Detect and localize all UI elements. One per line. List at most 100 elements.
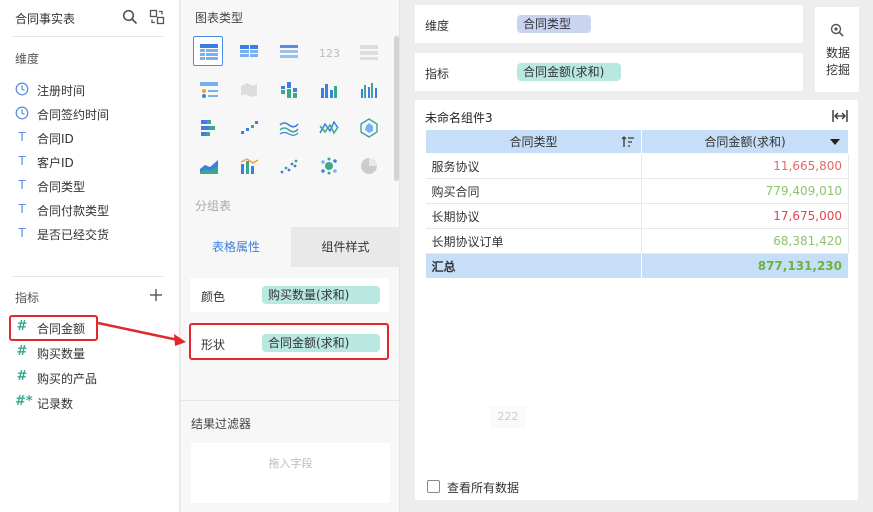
measure-shelf[interactable]: 指标 合同金额(求和) xyxy=(415,53,803,91)
chart-type-bar[interactable] xyxy=(313,74,343,104)
dimension-field-label: 是否已经交货 xyxy=(37,228,110,242)
table-row[interactable]: 服务协议 11,665,800 xyxy=(425,153,849,179)
property-panel: 图表类型 123 分组表 表格属性 组件样式 颜色 购买数量(求和) 形状 合同… xyxy=(181,0,400,512)
text-type-icon: T xyxy=(18,226,26,240)
chart-grid-scrollbar[interactable] xyxy=(394,36,399,181)
dimension-shelf[interactable]: 维度 合同类型 xyxy=(415,5,803,43)
chart-type-title: 图表类型 xyxy=(195,11,244,25)
dimension-field-item[interactable]: T 合同ID xyxy=(12,126,172,148)
text-type-icon: T xyxy=(18,178,26,192)
tab-component-style[interactable]: 组件样式 xyxy=(291,227,400,267)
dimension-field-item[interactable]: T 客户ID xyxy=(12,150,172,172)
chart-type-horizontal-stacked[interactable] xyxy=(193,112,223,142)
number-type-icon: # xyxy=(16,369,28,384)
color-field-pill[interactable]: 购买数量(求和) xyxy=(262,286,380,304)
chart-type-scatter[interactable] xyxy=(273,150,303,180)
column-header-contract-type[interactable]: 合同类型 xyxy=(425,129,642,154)
view-all-checkbox[interactable] xyxy=(427,480,440,493)
stacked-bar-icon xyxy=(281,82,297,98)
divider xyxy=(12,36,164,37)
dimension-field-label: 合同ID xyxy=(37,132,74,146)
scatter-icon xyxy=(280,159,298,174)
field-panel: 合同事实表 维度 注册时间 合同签约时间 T 合同ID T 客户ID T 合同类型 T 合同付款类… xyxy=(0,0,180,512)
chart-type-cross-table[interactable] xyxy=(233,36,263,66)
drop-hint: 拖入字段 xyxy=(268,457,313,470)
drag-ghost-value: 222 xyxy=(490,406,526,428)
text-type-icon: T xyxy=(18,202,26,216)
contract-type-cell: 长期协议 xyxy=(425,203,642,229)
dimension-field-label: 合同付款类型 xyxy=(37,204,110,218)
contract-amount-cell: 11,665,800 xyxy=(641,153,849,179)
radar-icon xyxy=(360,118,378,138)
color-property-row[interactable]: 颜色 购买数量(求和) xyxy=(190,278,389,312)
polyline-icon xyxy=(319,120,339,135)
chart-type-kpi[interactable]: 123 xyxy=(313,36,343,66)
chart-type-pie[interactable] xyxy=(353,150,383,180)
chart-type-map[interactable] xyxy=(233,74,263,104)
dropdown-caret-icon[interactable] xyxy=(828,135,842,149)
chart-type-polyline[interactable] xyxy=(313,112,343,142)
chart-type-area[interactable] xyxy=(193,150,223,180)
color-label: 颜色 xyxy=(201,290,226,304)
contract-type-cell: 服务协议 xyxy=(425,153,642,179)
chart-type-name: 分组表 xyxy=(195,199,232,213)
bar-chart-icon xyxy=(321,84,337,98)
dimension-field-pill[interactable]: 合同类型 xyxy=(517,15,591,33)
svg-text:123: 123 xyxy=(319,47,339,60)
chart-type-dashboard[interactable] xyxy=(193,74,223,104)
measure-field-item[interactable]: # 购买的产品 xyxy=(12,366,172,388)
total-row: 汇总 877,131,230 xyxy=(425,253,849,279)
clock-icon xyxy=(15,82,29,96)
measure-field-item[interactable]: # 购买数量 xyxy=(12,341,172,363)
text-type-icon: T xyxy=(18,130,26,144)
chart-type-group-table[interactable] xyxy=(193,36,223,66)
fit-width-icon[interactable] xyxy=(832,109,848,123)
chart-type-detail-table[interactable] xyxy=(273,36,303,66)
field-panel-header: 合同事实表 xyxy=(0,0,180,36)
filter-drop-zone[interactable]: 拖入字段 xyxy=(191,443,390,503)
switch-table-icon[interactable] xyxy=(149,9,165,25)
multi-bar-icon xyxy=(361,83,377,98)
measure-field-pill[interactable]: 合同金额(求和) xyxy=(517,63,621,81)
total-amount: 877,131,230 xyxy=(641,253,849,279)
dimension-field-item[interactable]: T 合同类型 xyxy=(12,174,172,196)
chart-type-bubble[interactable] xyxy=(313,150,343,180)
add-measure-icon[interactable] xyxy=(148,287,164,303)
contract-type-cell: 购买合同 xyxy=(425,178,642,204)
chart-type-list[interactable] xyxy=(353,36,383,66)
chart-type-line[interactable] xyxy=(273,112,303,142)
step-points-icon xyxy=(241,121,258,134)
chart-type-scatter-steps[interactable] xyxy=(233,112,263,142)
data-mining-label: 数据挖掘 xyxy=(825,46,850,77)
combo-chart-icon xyxy=(240,158,259,174)
dimension-field-item[interactable]: 注册时间 xyxy=(12,78,172,100)
sort-icon[interactable] xyxy=(621,135,635,149)
chart-type-combo[interactable] xyxy=(233,150,263,180)
tab-table-properties[interactable]: 表格属性 xyxy=(181,227,291,267)
table-row[interactable]: 长期协议 17,675,000 xyxy=(425,203,849,229)
dimension-field-item[interactable]: T 是否已经交货 xyxy=(12,222,172,244)
result-filter-title: 结果过滤器 xyxy=(191,417,252,431)
contract-amount-cell: 779,409,010 xyxy=(641,178,849,204)
detail-table-icon xyxy=(280,45,298,58)
dimension-field-item[interactable]: T 合同付款类型 xyxy=(12,198,172,220)
highlight-box xyxy=(189,323,389,360)
dimension-section-title: 维度 xyxy=(15,52,40,66)
data-mining-button[interactable]: 数据挖掘 xyxy=(815,7,859,92)
search-icon[interactable] xyxy=(122,9,138,25)
canvas-area: 维度 合同类型 指标 合同金额(求和) 数据挖掘 未命名组件3 合同类型 合同金… xyxy=(401,0,873,512)
dimension-field-item[interactable]: 合同签约时间 xyxy=(12,102,172,124)
kpi-number-icon: 123 xyxy=(319,47,339,60)
measure-field-item[interactable]: #* 记录数 xyxy=(12,391,172,413)
property-tabs: 表格属性 组件样式 xyxy=(181,227,400,267)
column-header-contract-amount[interactable]: 合同金额(求和) xyxy=(641,129,849,154)
dimension-shelf-label: 维度 xyxy=(425,19,450,33)
text-type-icon: T xyxy=(18,154,26,168)
chart-type-multi-bar[interactable] xyxy=(353,74,383,104)
mining-search-icon xyxy=(830,23,844,37)
chart-type-stacked-bar[interactable] xyxy=(273,74,303,104)
dimension-field-label: 客户ID xyxy=(37,156,74,170)
table-row[interactable]: 购买合同 779,409,010 xyxy=(425,178,849,204)
chart-type-radar[interactable] xyxy=(353,112,383,142)
table-row[interactable]: 长期协议订单 68,381,420 xyxy=(425,228,849,254)
